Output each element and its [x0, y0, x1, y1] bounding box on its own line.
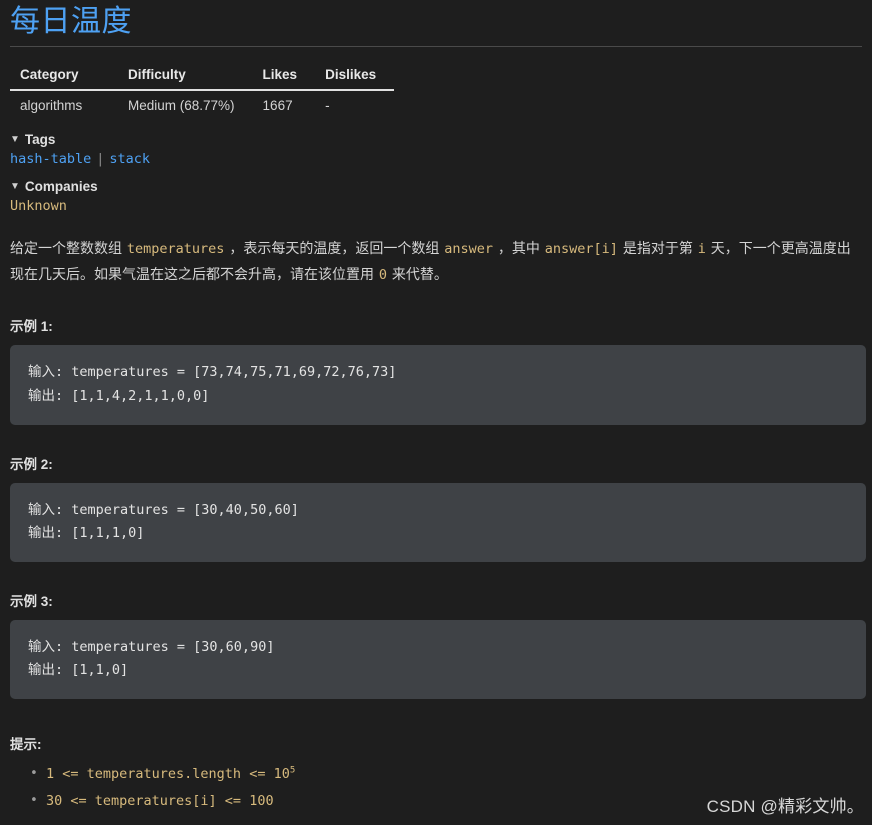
triangle-down-icon: ▼: [10, 133, 20, 145]
cell-dislikes: -: [325, 98, 330, 113]
desc-part-6: 来代替。: [388, 265, 448, 282]
desc-part-3: ，其中: [494, 240, 544, 256]
table-row: algorithms Medium (68.77%) 1667 -: [10, 90, 394, 120]
companies-section-label: Companies: [24, 179, 98, 194]
table-header-row: Category Difficulty Likes Dislikes: [10, 63, 395, 91]
list-item: 1 <= temperatures.length <= 105: [30, 761, 862, 788]
example-2-title: 示例 2:: [10, 456, 53, 472]
hints-title: 提示:: [10, 737, 42, 752]
tags-section-label: Tags: [24, 132, 56, 147]
title-divider: [10, 46, 862, 47]
cell-category: algorithms: [20, 98, 83, 113]
example-3-title: 示例 3:: [10, 593, 53, 609]
desc-part-1: 给定一个整数数组: [10, 240, 126, 256]
hint-2-text: 30 <= temperatures[i] <= 100: [46, 793, 274, 809]
companies-value: Unknown: [10, 198, 67, 214]
column-header-dislikes: Dislikes: [315, 63, 395, 91]
tags-section-toggle[interactable]: ▼ Tags: [10, 132, 862, 147]
tag-link-hash-table[interactable]: hash-table: [10, 151, 91, 167]
example-1-code: 输入: temperatures = [73,74,75,71,69,72,76…: [10, 345, 866, 425]
triangle-down-icon: ▼: [10, 180, 20, 192]
column-header-likes: Likes: [252, 63, 316, 91]
problem-description: 给定一个整数数组 temperatures ，表示每天的温度，返回一个数组 an…: [10, 236, 862, 287]
example-1-title: 示例 1:: [10, 319, 53, 335]
problem-page: 每日温度 Category Difficulty Likes Dislikes …: [0, 4, 872, 825]
example-3-code: 输入: temperatures = [30,60,90] 输出: [1,1,0…: [10, 619, 866, 699]
cell-likes: 1667: [262, 98, 293, 113]
companies-section-toggle[interactable]: ▼ Companies: [10, 179, 862, 194]
tag-link-stack[interactable]: stack: [109, 151, 150, 167]
desc-part-2: ，表示每天的温度，返回一个数组: [225, 240, 444, 256]
hint-1-text: 1 <= temperatures.length <= 10: [46, 766, 290, 782]
example-2-code: 输入: temperatures = [30,40,50,60] 输出: [1,…: [10, 482, 866, 562]
watermark: CSDN @精彩文帅。: [706, 797, 864, 816]
tags-list: hash-table | stack: [10, 151, 862, 167]
column-header-difficulty: Difficulty: [118, 63, 253, 91]
problem-meta-table: Category Difficulty Likes Dislikes algor…: [10, 63, 395, 120]
inline-code-temperatures: temperatures: [126, 241, 225, 257]
inline-code-answer-i: answer[i]: [544, 241, 618, 257]
column-header-category: Category: [10, 63, 118, 91]
cell-difficulty: Medium (68.77%): [128, 98, 235, 113]
desc-part-4: 是指对于第: [618, 240, 697, 256]
hint-1-exponent: 5: [289, 765, 296, 776]
inline-code-zero: 0: [378, 266, 388, 283]
page-title: 每日温度: [10, 5, 132, 38]
tag-separator: |: [96, 151, 105, 167]
inline-code-i: i: [697, 241, 706, 257]
inline-code-answer: answer: [444, 241, 493, 257]
